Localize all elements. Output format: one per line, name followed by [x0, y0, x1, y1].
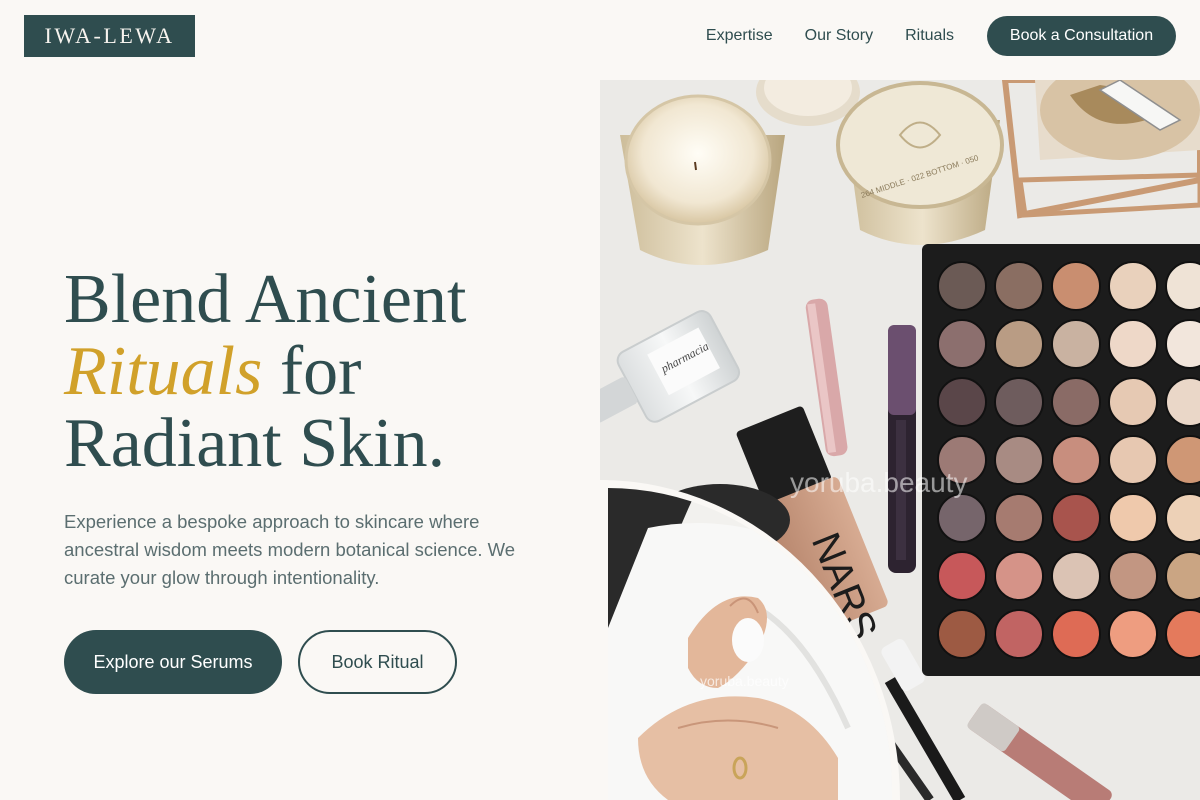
eyeshadow-pan	[937, 609, 987, 659]
nav-link-rituals[interactable]: Rituals	[905, 27, 954, 45]
eyeshadow-pan	[937, 435, 987, 485]
hero-title: Blend Ancient Rituals for Radiant Skin.	[64, 264, 584, 480]
eyeshadow-palette	[922, 244, 1200, 676]
eyeshadow-pan	[1051, 261, 1101, 311]
eyeshadow-pan	[1108, 493, 1158, 543]
eyeshadow-pan	[994, 493, 1044, 543]
explore-serums-button[interactable]: Explore our Serums	[64, 630, 282, 694]
eyeshadow-pan	[1108, 319, 1158, 369]
eyeshadow-pan	[1051, 377, 1101, 427]
eyeshadow-pan	[994, 609, 1044, 659]
eyeshadow-pan	[937, 493, 987, 543]
eyeshadow-pan	[1051, 435, 1101, 485]
brand-logo[interactable]: IWA-LEWA	[24, 15, 195, 57]
eyeshadow-pan	[937, 261, 987, 311]
eyeshadow-pan	[1108, 261, 1158, 311]
eyeshadow-pan	[994, 551, 1044, 601]
book-consultation-button[interactable]: Book a Consultation	[987, 16, 1176, 56]
eyeshadow-pan	[937, 551, 987, 601]
eyeshadow-pan	[994, 377, 1044, 427]
eyeshadow-pan	[1108, 609, 1158, 659]
eyeshadow-pan	[1051, 609, 1101, 659]
eyeshadow-pan	[994, 319, 1044, 369]
eyeshadow-pan	[1108, 377, 1158, 427]
hero-title-line3: Radiant Skin.	[64, 405, 446, 482]
hero-subtitle: Experience a bespoke approach to skincar…	[64, 511, 516, 588]
hero-title-line2: for	[262, 333, 362, 410]
nav-link-expertise[interactable]: Expertise	[706, 27, 773, 45]
hero-title-accent: Rituals	[64, 333, 263, 410]
eyeshadow-pan	[994, 435, 1044, 485]
eyeshadow-pan	[1051, 319, 1101, 369]
eyeshadow-pan	[1108, 435, 1158, 485]
eyeshadow-pan	[937, 319, 987, 369]
eyeshadow-pan	[937, 377, 987, 427]
eyeshadow-pan	[994, 261, 1044, 311]
eyeshadow-pan	[1051, 493, 1101, 543]
main-nav: Expertise Our Story Rituals Book a Consu…	[706, 16, 1176, 56]
hero-title-line1: Blend Ancient	[64, 261, 467, 338]
book-ritual-button[interactable]: Book Ritual	[298, 630, 457, 694]
nav-link-our-story[interactable]: Our Story	[805, 27, 873, 45]
eyeshadow-pan	[1051, 551, 1101, 601]
eyeshadow-pan	[1108, 551, 1158, 601]
